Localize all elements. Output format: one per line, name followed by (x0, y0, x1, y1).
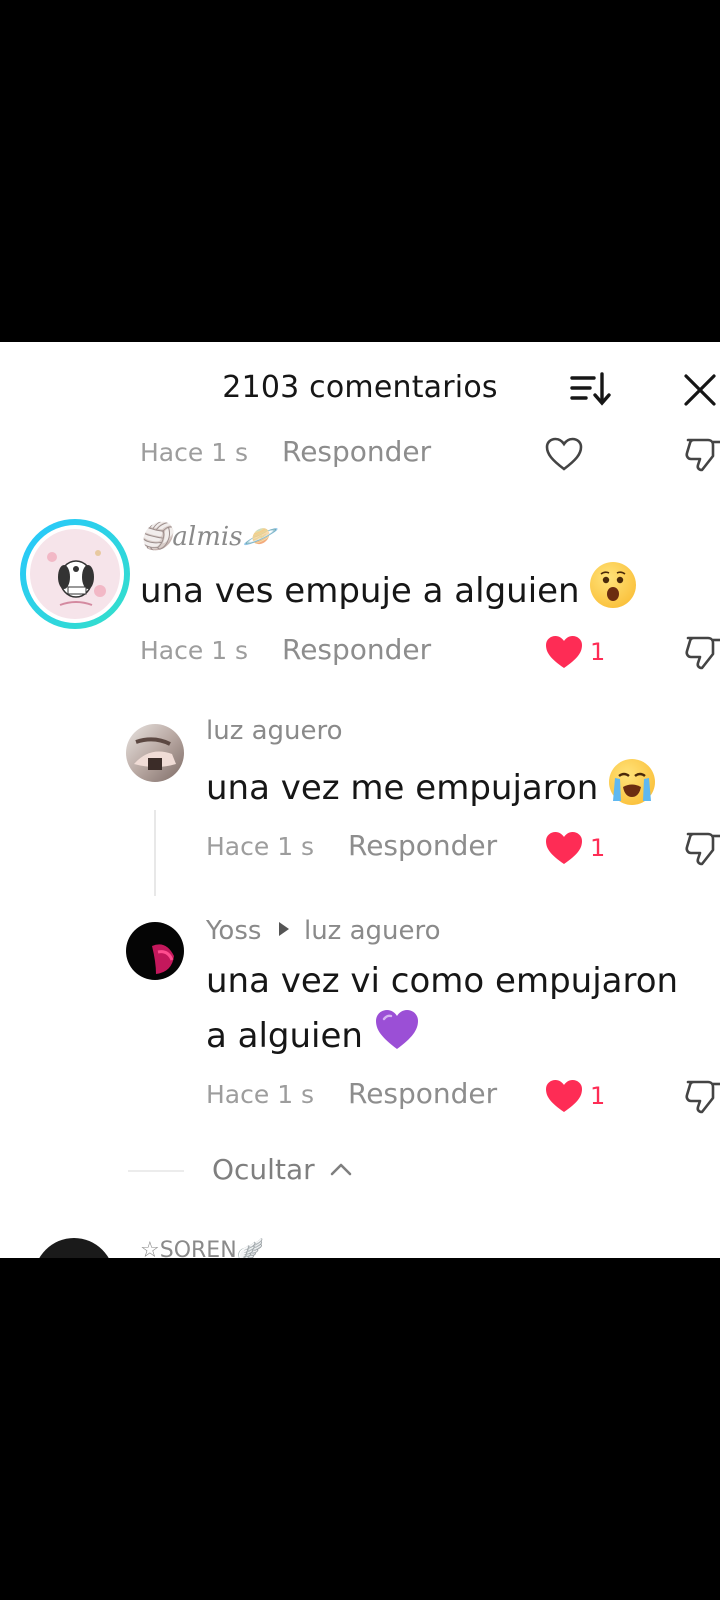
dislike-icon[interactable] (682, 434, 720, 474)
reply-button[interactable]: Responder (282, 435, 431, 468)
reply-text-body: una vez me empujaron (206, 768, 599, 808)
reply-time: Hace 1 s (206, 832, 315, 861)
comment-time: Hace 1 s (140, 438, 249, 467)
video-area-bottom (0, 1258, 720, 1600)
comment-username[interactable]: ☆SOREN🪽 (140, 1238, 264, 1258)
loudly-crying-face-icon (609, 759, 656, 805)
user-avatar-story-ring[interactable] (20, 519, 130, 629)
reply-avatar[interactable] (126, 724, 184, 782)
comment-time: Hace 1 s (140, 636, 249, 665)
purple-heart-icon (374, 1007, 420, 1053)
reply-text-line-2: a alguien (206, 1016, 363, 1056)
reply-username[interactable]: luz aguero (206, 716, 343, 746)
like-heart-outline-icon[interactable] (544, 436, 584, 472)
reply-text: una vez vi como empujaron a alguien (206, 956, 678, 1062)
hide-replies-label: Ocultar (212, 1153, 315, 1186)
hide-replies-line (128, 1170, 184, 1172)
comment-text-body: una ves empuje a alguien (140, 571, 580, 611)
like-count: 1 (590, 638, 606, 666)
like-heart-filled-icon[interactable] (544, 634, 584, 670)
reply-text-line-2-row: a alguien (206, 1007, 678, 1062)
reply-button[interactable]: Responder (282, 633, 431, 666)
avatar-image (30, 529, 120, 619)
sort-icon[interactable] (568, 368, 616, 412)
comments-header: 2103 comentarios (0, 342, 720, 438)
reply-username-row: Yoss luz aguero (206, 914, 441, 946)
reply-time: Hace 1 s (206, 1080, 315, 1109)
like-heart-filled-icon[interactable] (544, 1078, 584, 1114)
reply-avatar[interactable] (126, 922, 184, 980)
user-avatar[interactable] (34, 1238, 114, 1258)
reply-button[interactable]: Responder (348, 829, 497, 862)
comment-text: una ves empuje a alguien (140, 562, 637, 617)
comment-username[interactable]: 🏐almis🪐 (140, 522, 275, 552)
reply-to-username[interactable]: luz aguero (304, 916, 441, 946)
close-icon[interactable] (680, 368, 720, 412)
astonished-face-icon (590, 562, 637, 608)
reply-to-arrow-icon (278, 914, 290, 944)
chevron-up-icon (330, 1150, 352, 1183)
video-area-top (0, 0, 720, 342)
comments-panel: 2103 comentarios Hace 1 s Responder 🏐alm… (0, 342, 720, 1258)
dislike-icon[interactable] (682, 828, 720, 868)
like-count: 1 (590, 834, 606, 862)
dislike-icon[interactable] (682, 632, 720, 672)
reply-text: una vez me empujaron (206, 759, 656, 814)
reply-username[interactable]: Yoss (206, 916, 261, 946)
dislike-icon[interactable] (682, 1076, 720, 1116)
like-heart-filled-icon[interactable] (544, 830, 584, 866)
reply-button[interactable]: Responder (348, 1077, 497, 1110)
hide-replies-button[interactable]: Ocultar (212, 1150, 352, 1186)
reply-text-line-1: una vez vi como empujaron (206, 961, 679, 1001)
thread-line (154, 810, 156, 896)
like-count: 1 (590, 1082, 606, 1110)
